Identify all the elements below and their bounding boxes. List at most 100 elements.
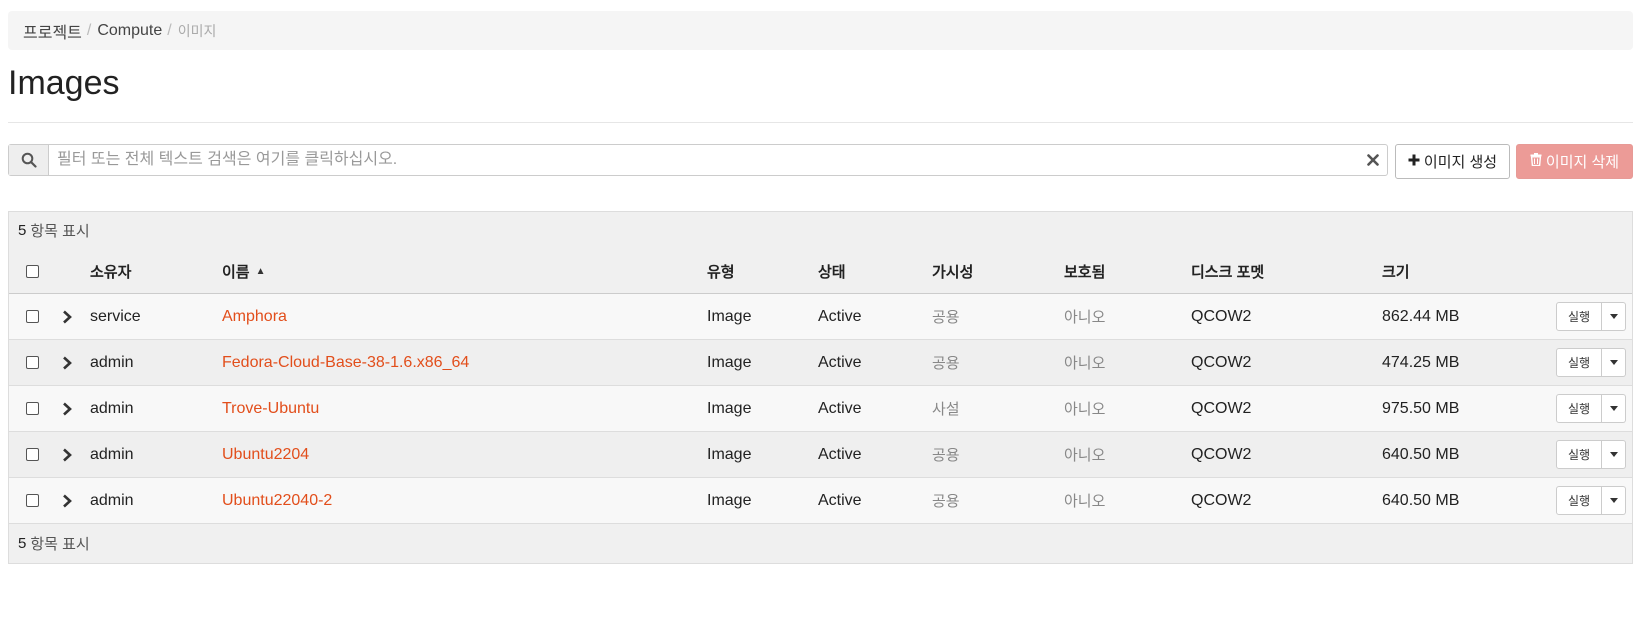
breadcrumb-item-project[interactable]: 프로젝트 [23, 19, 82, 43]
column-header-status[interactable]: 상태 [818, 249, 846, 293]
row-action-group: 실행 [1556, 348, 1626, 377]
launch-button[interactable]: 실행 [1556, 486, 1602, 515]
row-name-link[interactable]: Ubuntu22040-2 [222, 492, 332, 510]
row-size: 862.44 MB [1382, 307, 1460, 325]
items-count: 5 [18, 535, 27, 552]
table-header: 소유자 이름 ▲ 유형 상태 가시성 보호됨 디스크 포멧 크기 [9, 249, 1632, 294]
row-type: Image [707, 353, 752, 371]
row-action-group: 실행 [1556, 486, 1626, 515]
row-type: Image [707, 307, 752, 325]
chevron-down-icon[interactable] [1602, 302, 1626, 331]
row-name-link[interactable]: Fedora-Cloud-Base-38-1.6.x86_64 [222, 354, 469, 372]
breadcrumb-item-compute[interactable]: Compute [97, 22, 162, 40]
breadcrumb-separator: / [86, 21, 92, 39]
row-protected: 아니오 [1064, 401, 1106, 418]
chevron-down-icon[interactable] [1602, 440, 1626, 469]
chevron-down-icon[interactable] [1602, 348, 1626, 377]
row-disk-format: QCOW2 [1191, 399, 1252, 417]
column-header-size[interactable]: 크기 [1382, 249, 1410, 293]
table-row: admin Trove-Ubuntu Image Active 사설 아니오 Q… [9, 386, 1632, 432]
row-checkbox[interactable] [26, 494, 39, 507]
column-header-owner[interactable]: 소유자 [90, 249, 131, 293]
images-table: 5 항목 표시 소유자 이름 ▲ 유형 상태 가시성 보호됨 디스크 포멧 크기… [8, 211, 1633, 564]
row-protected: 아니오 [1064, 447, 1106, 464]
items-summary-footer: 5 항목 표시 [9, 524, 1632, 563]
column-header-disk-format[interactable]: 디스크 포멧 [1191, 249, 1264, 293]
row-name-link[interactable]: Amphora [222, 308, 287, 326]
row-disk-format: QCOW2 [1191, 445, 1252, 463]
search-input[interactable] [49, 145, 1359, 175]
breadcrumb-separator: / [167, 21, 172, 39]
row-name-link[interactable]: Trove-Ubuntu [222, 400, 319, 418]
row-checkbox[interactable] [26, 448, 39, 461]
breadcrumb-item-images: 이미지 [177, 22, 217, 39]
row-size: 640.50 MB [1382, 445, 1460, 463]
column-header-name[interactable]: 이름 ▲ [222, 249, 266, 293]
delete-image-button[interactable]: 이미지 삭제 [1516, 144, 1633, 179]
column-header-type[interactable]: 유형 [707, 249, 735, 293]
row-protected: 아니오 [1064, 309, 1106, 326]
search-bar [8, 144, 1388, 176]
row-size: 474.25 MB [1382, 353, 1460, 371]
column-header-visibility[interactable]: 가시성 [932, 249, 973, 293]
row-name-link[interactable]: Ubuntu2204 [222, 446, 309, 464]
chevron-right-icon[interactable] [62, 356, 72, 370]
page-title: Images [8, 64, 120, 102]
row-status: Active [818, 307, 862, 325]
row-protected: 아니오 [1064, 355, 1106, 372]
row-owner: admin [90, 445, 134, 463]
row-visibility: 사설 [932, 401, 960, 418]
launch-button[interactable]: 실행 [1556, 348, 1602, 377]
trash-icon [1530, 153, 1542, 170]
plus-icon [1408, 153, 1420, 170]
table-row: admin Ubuntu2204 Image Active 공용 아니오 QCO… [9, 432, 1632, 478]
row-visibility: 공용 [932, 493, 960, 510]
row-disk-format: QCOW2 [1191, 353, 1252, 371]
chevron-down-icon[interactable] [1602, 486, 1626, 515]
launch-button[interactable]: 실행 [1556, 394, 1602, 423]
row-owner: service [90, 307, 141, 325]
chevron-right-icon[interactable] [62, 494, 72, 508]
row-size: 640.50 MB [1382, 491, 1460, 509]
chevron-down-icon[interactable] [1602, 394, 1626, 423]
chevron-right-icon[interactable] [62, 310, 72, 324]
row-disk-format: QCOW2 [1191, 307, 1252, 325]
row-action-group: 실행 [1556, 440, 1626, 469]
row-checkbox[interactable] [26, 356, 39, 369]
breadcrumb: 프로젝트 / Compute / 이미지 [8, 11, 1633, 50]
row-owner: admin [90, 353, 134, 371]
chevron-right-icon[interactable] [62, 448, 72, 462]
create-image-label: 이미지 생성 [1423, 154, 1498, 171]
items-summary: 5 항목 표시 [9, 212, 1632, 249]
sort-ascending-icon: ▲ [255, 265, 266, 277]
items-count: 5 [18, 222, 27, 239]
launch-button[interactable]: 실행 [1556, 440, 1602, 469]
row-type: Image [707, 399, 752, 417]
row-owner: admin [90, 491, 134, 509]
chevron-right-icon[interactable] [62, 402, 72, 416]
create-image-button[interactable]: 이미지 생성 [1395, 144, 1510, 179]
close-icon[interactable] [1359, 145, 1387, 175]
row-type: Image [707, 491, 752, 509]
search-icon[interactable] [9, 145, 49, 175]
row-status: Active [818, 491, 862, 509]
row-visibility: 공용 [932, 309, 960, 326]
row-visibility: 공용 [932, 447, 960, 464]
row-size: 975.50 MB [1382, 399, 1460, 417]
row-disk-format: QCOW2 [1191, 491, 1252, 509]
delete-image-label: 이미지 삭제 [1545, 154, 1620, 171]
items-label: 항목 표시 [30, 223, 90, 240]
row-visibility: 공용 [932, 355, 960, 372]
row-checkbox[interactable] [26, 310, 39, 323]
title-divider [8, 122, 1633, 123]
row-status: Active [818, 353, 862, 371]
select-all-checkbox[interactable] [26, 264, 39, 278]
row-status: Active [818, 445, 862, 463]
row-checkbox[interactable] [26, 402, 39, 415]
row-owner: admin [90, 399, 134, 417]
table-row: admin Fedora-Cloud-Base-38-1.6.x86_64 Im… [9, 340, 1632, 386]
row-action-group: 실행 [1556, 394, 1626, 423]
column-header-protected[interactable]: 보호됨 [1064, 249, 1105, 293]
launch-button[interactable]: 실행 [1556, 302, 1602, 331]
table-row: admin Ubuntu22040-2 Image Active 공용 아니오 … [9, 478, 1632, 524]
